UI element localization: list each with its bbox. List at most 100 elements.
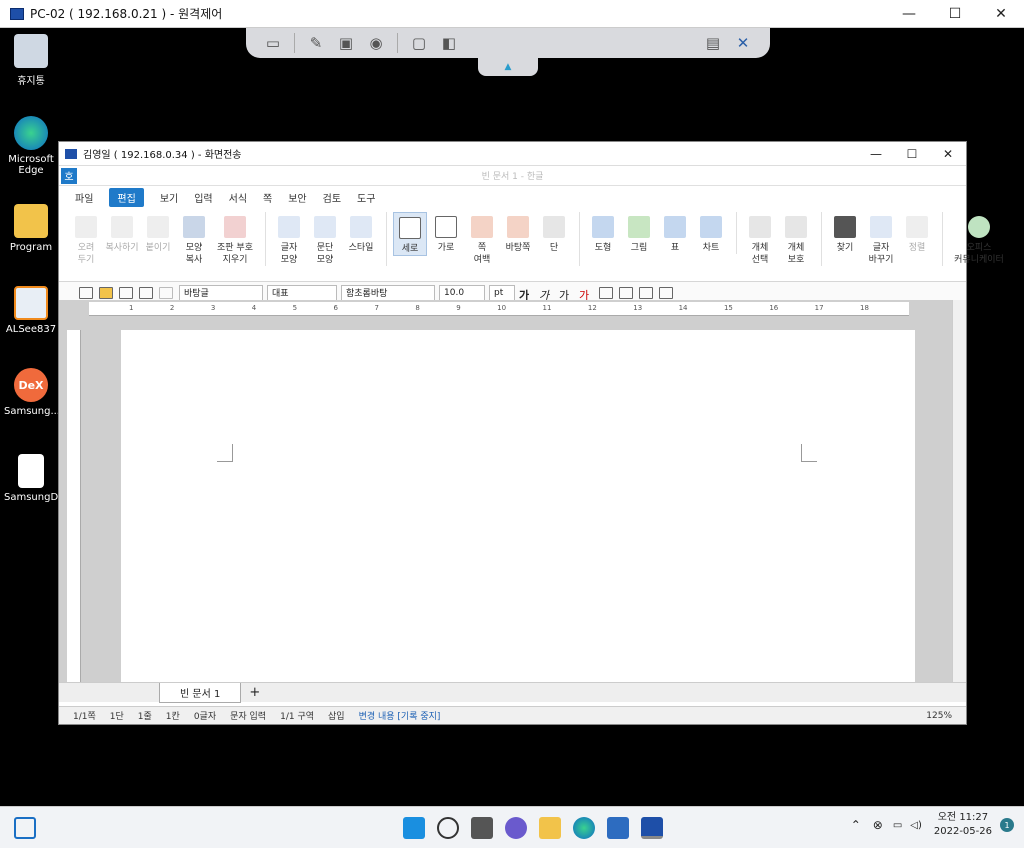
desktop-icon-recycle-bin[interactable]: 휴지통 — [4, 34, 58, 87]
columns-button[interactable]: 단 — [537, 212, 571, 254]
select-object-button[interactable]: 개체 선택 — [743, 212, 777, 266]
menu-security[interactable]: 보안 — [288, 190, 306, 205]
tab-document-1[interactable]: 빈 문서 1 — [159, 682, 242, 703]
close-button[interactable]: ✕ — [930, 142, 966, 166]
find-button[interactable]: 찾기 — [828, 212, 862, 254]
horizontal-ruler[interactable]: 1 2 3 4 5 6 7 8 9 10 11 12 13 14 15 16 17 18 — [89, 302, 909, 316]
unit-select[interactable]: pt — [489, 284, 515, 301]
bold-icon[interactable]: 가 — [519, 287, 533, 302]
status-insert-mode[interactable]: 삽입 — [328, 709, 345, 722]
font-color-icon[interactable]: 가 — [579, 287, 593, 302]
maximize-button[interactable]: ☐ — [932, 0, 978, 28]
picture-button[interactable]: 그림 — [622, 212, 656, 254]
undo-icon[interactable] — [159, 286, 173, 299]
shape-button[interactable]: 도형 — [586, 212, 620, 254]
menu-view[interactable]: 보기 — [160, 190, 178, 205]
sort-button[interactable]: 정렬 — [900, 212, 934, 254]
language-select[interactable]: 대표 — [267, 284, 337, 301]
notification-badge[interactable]: 1 — [1000, 818, 1014, 832]
add-tab-button[interactable]: + — [249, 685, 260, 700]
vertical-scrollbar[interactable] — [952, 300, 966, 690]
vertical-ruler[interactable] — [67, 330, 81, 690]
table-button[interactable]: 표 — [658, 212, 692, 254]
page-margin-button[interactable]: 쪽 여백 — [465, 212, 499, 266]
window-mode-icon[interactable]: ▤ — [701, 33, 725, 53]
desktop-icon-program[interactable]: Program — [4, 204, 58, 253]
print-icon[interactable] — [139, 286, 153, 299]
screen-capture-icon[interactable]: ▣ — [334, 33, 358, 53]
style-select[interactable]: 바탕글 — [179, 284, 263, 301]
status-input-mode[interactable]: 문자 입력 — [230, 709, 266, 722]
toolbar-collapse-toggle[interactable]: ▲ — [478, 58, 538, 76]
replace-button[interactable]: 글자 바꾸기 — [864, 212, 898, 266]
landscape-button[interactable]: 가로 — [429, 212, 463, 254]
clear-markers-button[interactable]: 조판 부호 지우기 — [213, 212, 257, 266]
search-icon[interactable] — [437, 816, 459, 839]
format-painter-button[interactable]: 모양 복사 — [177, 212, 211, 266]
maximize-button[interactable]: ☐ — [894, 142, 930, 166]
desktop-icon-samsung-dex[interactable]: DeX Samsung... — [4, 368, 60, 417]
menu-format[interactable]: 서식 — [229, 190, 247, 205]
menu-review[interactable]: 검토 — [323, 190, 341, 205]
align-left-icon[interactable] — [619, 286, 633, 299]
copy-button[interactable]: 복사하기 — [105, 212, 139, 254]
italic-icon[interactable]: 가 — [539, 287, 553, 302]
status-col: 1칸 — [165, 712, 180, 722]
new-doc-icon[interactable] — [79, 286, 93, 299]
widgets-icon[interactable] — [14, 816, 36, 839]
pen-icon[interactable]: ✎ — [304, 33, 328, 53]
chat-icon[interactable] — [505, 816, 527, 839]
open-folder-icon[interactable] — [99, 286, 113, 299]
menu-file[interactable]: 파일 — [75, 190, 93, 205]
style-button[interactable]: 스타일 — [344, 212, 378, 254]
align-center-icon[interactable] — [639, 286, 653, 299]
minimize-button[interactable]: — — [886, 0, 932, 28]
display-icon[interactable]: ◧ — [437, 33, 461, 53]
master-page-button[interactable]: 바탕쪽 — [501, 212, 535, 254]
save-icon[interactable] — [119, 286, 133, 299]
disconnect-icon[interactable]: ✕ — [731, 33, 755, 53]
monitor-select-icon[interactable]: ▢ — [407, 33, 431, 53]
align-justify-icon[interactable] — [599, 286, 613, 299]
remote-app-icon[interactable] — [641, 816, 663, 839]
menu-insert[interactable]: 입력 — [194, 190, 212, 205]
desktop-icon-alsee[interactable]: ALSee837 — [4, 286, 58, 335]
chart-button[interactable]: 차트 — [694, 212, 728, 254]
char-shape-button[interactable]: 글자 모양 — [272, 212, 306, 266]
desktop-icon-samsung-file[interactable]: SamsungD... — [4, 454, 68, 503]
menu-page[interactable]: 쪽 — [263, 190, 272, 205]
protect-object-button[interactable]: 개체 보호 — [779, 212, 813, 266]
underline-icon[interactable]: 가 — [559, 287, 573, 302]
chevron-up-icon[interactable]: ⌃ — [851, 818, 861, 832]
network-icon[interactable]: ▭ — [893, 820, 902, 831]
communicator-icon — [968, 216, 990, 238]
document-page[interactable] — [121, 330, 915, 690]
screen-share-title: 김영일 ( 192.168.0.34 ) - 화면전송 — [83, 150, 242, 161]
zoom-level[interactable]: 125% — [926, 711, 952, 721]
start-icon[interactable] — [403, 816, 425, 839]
status-x-icon[interactable]: ⊗ — [873, 818, 883, 832]
close-button[interactable]: ✕ — [978, 0, 1024, 28]
task-view-icon[interactable] — [471, 816, 493, 839]
portrait-button[interactable]: 세로 — [393, 212, 427, 256]
record-icon[interactable]: ◉ — [364, 33, 388, 53]
desktop-icon-edge[interactable]: Microsoft Edge — [4, 116, 58, 176]
minimize-button[interactable]: — — [858, 142, 894, 166]
office-communicator-button[interactable]: 오피스 커뮤니케이터 — [949, 212, 1009, 266]
menu-edit[interactable]: 편집 — [109, 187, 144, 207]
align-right-icon[interactable] — [659, 286, 673, 299]
status-track-changes[interactable]: 변경 내용 [기록 중지] — [359, 709, 441, 722]
file-explorer-icon[interactable] — [539, 816, 561, 839]
volume-icon[interactable]: ◁) — [910, 820, 922, 831]
edge-icon[interactable] — [573, 816, 595, 839]
clock[interactable]: 오전 11:27 2022-05-26 — [934, 811, 992, 839]
remote-window-title: PC-02 ( 192.168.0.21 ) - 원격제어 — [30, 7, 223, 21]
store-icon[interactable] — [607, 816, 629, 839]
font-size-input[interactable]: 10.0 — [439, 284, 485, 301]
paste-button[interactable]: 붙이기 — [141, 212, 175, 254]
para-shape-button[interactable]: 문단 모양 — [308, 212, 342, 266]
cut-button[interactable]: 오려 두기 — [69, 212, 103, 266]
lock-icon[interactable]: ▭ — [261, 33, 285, 53]
font-select[interactable]: 함초롬바탕 — [341, 284, 435, 301]
menu-tools[interactable]: 도구 — [357, 190, 375, 205]
